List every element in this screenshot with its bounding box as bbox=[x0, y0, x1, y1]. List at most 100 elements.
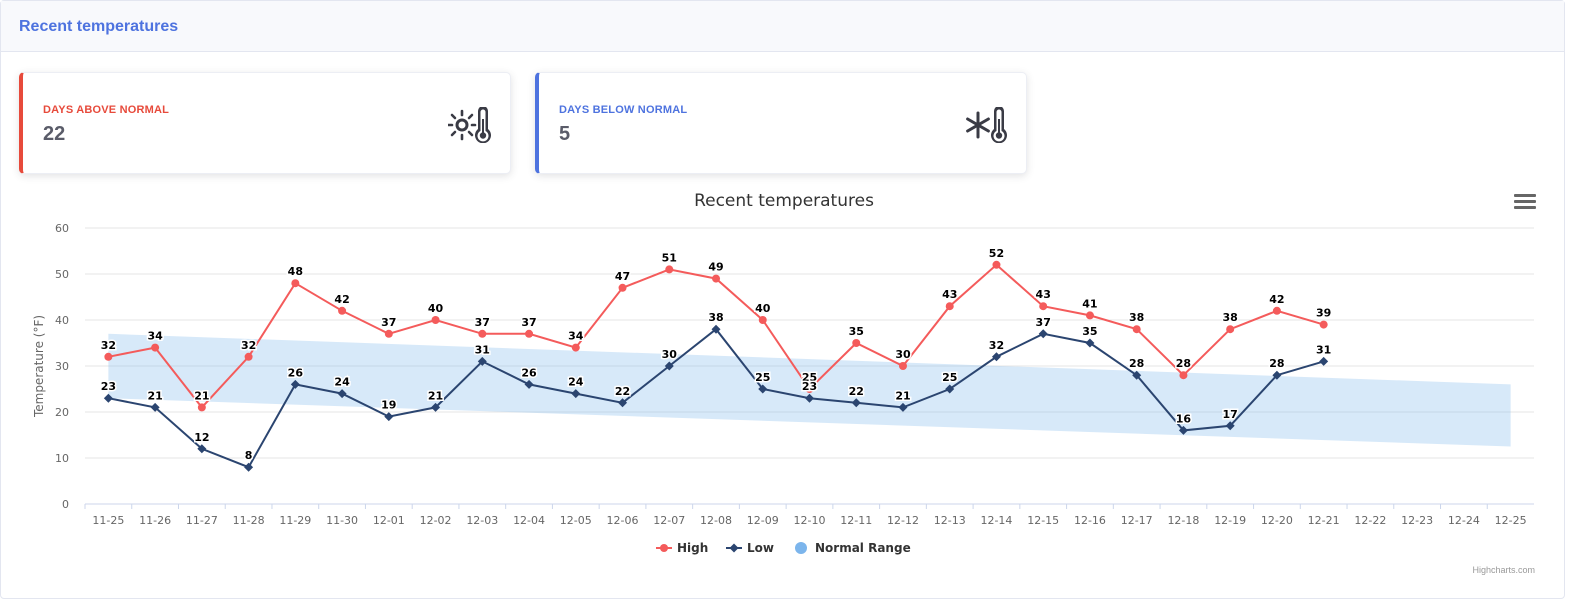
data-label-low: 31 bbox=[475, 343, 490, 356]
point-high[interactable] bbox=[384, 329, 393, 338]
x-tick-label: 12-12 bbox=[887, 514, 919, 527]
point-high[interactable] bbox=[1039, 302, 1048, 311]
point-high[interactable] bbox=[571, 343, 580, 352]
data-label-high: 21 bbox=[194, 389, 209, 402]
point-high[interactable] bbox=[338, 306, 347, 315]
point-high[interactable] bbox=[1179, 371, 1188, 380]
data-label-high: 52 bbox=[989, 247, 1004, 260]
data-label-high: 34 bbox=[568, 330, 584, 343]
data-label-high: 37 bbox=[381, 316, 396, 329]
point-high[interactable] bbox=[1132, 325, 1141, 334]
point-high[interactable] bbox=[852, 339, 861, 347]
x-tick-label: 12-24 bbox=[1448, 514, 1480, 527]
point-high[interactable] bbox=[898, 362, 907, 370]
y-tick-label: 0 bbox=[62, 498, 69, 511]
point-high[interactable] bbox=[712, 274, 721, 283]
point-high[interactable] bbox=[665, 265, 674, 274]
legend-symbol bbox=[660, 544, 668, 552]
point-high[interactable] bbox=[478, 329, 487, 338]
snowflake-thermometer-icon bbox=[966, 107, 1007, 143]
y-tick-label: 30 bbox=[55, 360, 69, 373]
days-above-normal-card: DAYS ABOVE NORMAL 22 bbox=[19, 72, 511, 174]
x-tick-label: 12-08 bbox=[700, 514, 732, 527]
legend-item-low[interactable]: Low bbox=[726, 541, 774, 555]
data-label-high: 42 bbox=[1269, 293, 1284, 306]
data-label-low: 24 bbox=[568, 376, 584, 389]
data-label-high: 39 bbox=[1316, 307, 1331, 320]
data-label-high: 38 bbox=[1223, 311, 1238, 324]
data-label-high: 40 bbox=[428, 302, 444, 315]
data-label-low: 31 bbox=[1316, 343, 1331, 356]
data-label-low: 38 bbox=[708, 311, 723, 324]
data-label-low: 35 bbox=[1082, 325, 1097, 338]
point-high[interactable] bbox=[197, 403, 206, 412]
data-label-high: 51 bbox=[662, 251, 677, 264]
data-label-high: 41 bbox=[1082, 297, 1097, 310]
point-low[interactable] bbox=[1038, 329, 1048, 339]
chart-credits[interactable]: Highcharts.com bbox=[1472, 565, 1535, 575]
point-high[interactable] bbox=[151, 343, 160, 352]
x-tick-label: 12-23 bbox=[1401, 514, 1433, 527]
days-below-normal-value: 5 bbox=[559, 123, 571, 145]
x-tick-label: 12-02 bbox=[420, 514, 452, 527]
legend-label: High bbox=[677, 541, 708, 555]
y-axis-title: Temperature (°F) bbox=[32, 315, 46, 418]
data-label-low: 8 bbox=[245, 449, 253, 462]
x-tick-label: 12-20 bbox=[1261, 514, 1293, 527]
x-tick-label: 12-16 bbox=[1074, 514, 1106, 527]
point-high[interactable] bbox=[244, 352, 253, 361]
data-label-high: 34 bbox=[147, 330, 163, 343]
data-label-low: 23 bbox=[802, 380, 817, 393]
legend-label: Normal Range bbox=[815, 541, 911, 555]
x-tick-label: 12-25 bbox=[1495, 514, 1527, 527]
point-high[interactable] bbox=[1085, 311, 1094, 320]
legend-item-normal-range[interactable]: Normal Range bbox=[795, 541, 911, 555]
menu-bar bbox=[1514, 200, 1536, 203]
point-high[interactable] bbox=[431, 316, 440, 324]
data-label-high: 30 bbox=[895, 348, 911, 361]
point-low[interactable] bbox=[1319, 356, 1329, 366]
data-label-low: 22 bbox=[849, 385, 864, 398]
point-low[interactable] bbox=[384, 412, 394, 422]
days-below-normal-label: DAYS BELOW NORMAL bbox=[559, 104, 688, 116]
chart-menu-button[interactable] bbox=[1514, 194, 1536, 212]
point-high[interactable] bbox=[291, 279, 300, 288]
data-label-low: 22 bbox=[615, 385, 630, 398]
x-tick-label: 11-26 bbox=[139, 514, 171, 527]
data-label-low: 25 bbox=[755, 371, 770, 384]
point-high[interactable] bbox=[758, 316, 767, 324]
x-tick-label: 12-07 bbox=[653, 514, 685, 527]
x-tick-label: 12-11 bbox=[840, 514, 872, 527]
x-tick-label: 12-10 bbox=[794, 514, 826, 527]
point-high[interactable] bbox=[945, 302, 954, 311]
sun-thermometer-icon bbox=[448, 107, 491, 143]
point-high[interactable] bbox=[104, 352, 113, 361]
data-label-low: 37 bbox=[1036, 316, 1051, 329]
point-high[interactable] bbox=[992, 260, 1001, 269]
data-label-high: 28 bbox=[1176, 357, 1191, 370]
x-tick-label: 11-30 bbox=[326, 514, 358, 527]
data-label-low: 19 bbox=[381, 399, 396, 412]
data-label-low: 21 bbox=[147, 389, 162, 402]
data-label-low: 26 bbox=[521, 366, 537, 379]
days-above-normal-label: DAYS ABOVE NORMAL bbox=[43, 104, 170, 116]
point-high[interactable] bbox=[1272, 306, 1281, 315]
data-label-high: 37 bbox=[521, 316, 536, 329]
point-high[interactable] bbox=[1226, 325, 1235, 334]
point-high[interactable] bbox=[618, 283, 627, 292]
data-label-low: 17 bbox=[1223, 408, 1238, 421]
x-tick-label: 12-05 bbox=[560, 514, 592, 527]
x-tick-label: 12-13 bbox=[934, 514, 966, 527]
point-high[interactable] bbox=[1319, 320, 1328, 329]
y-tick-label: 20 bbox=[55, 406, 69, 419]
legend-symbol bbox=[729, 543, 739, 553]
x-tick-label: 12-03 bbox=[466, 514, 498, 527]
data-label-high: 37 bbox=[475, 316, 490, 329]
data-label-high: 32 bbox=[241, 339, 256, 352]
data-label-low: 30 bbox=[662, 348, 678, 361]
chart-canvas: Recent temperatures 0 10 20 30 40 50 60 Temperat… bbox=[32, 191, 1534, 555]
legend-item-high[interactable]: High bbox=[656, 541, 708, 555]
point-high[interactable] bbox=[525, 329, 534, 338]
data-label-high: 49 bbox=[708, 261, 723, 274]
point-low[interactable] bbox=[244, 462, 254, 472]
